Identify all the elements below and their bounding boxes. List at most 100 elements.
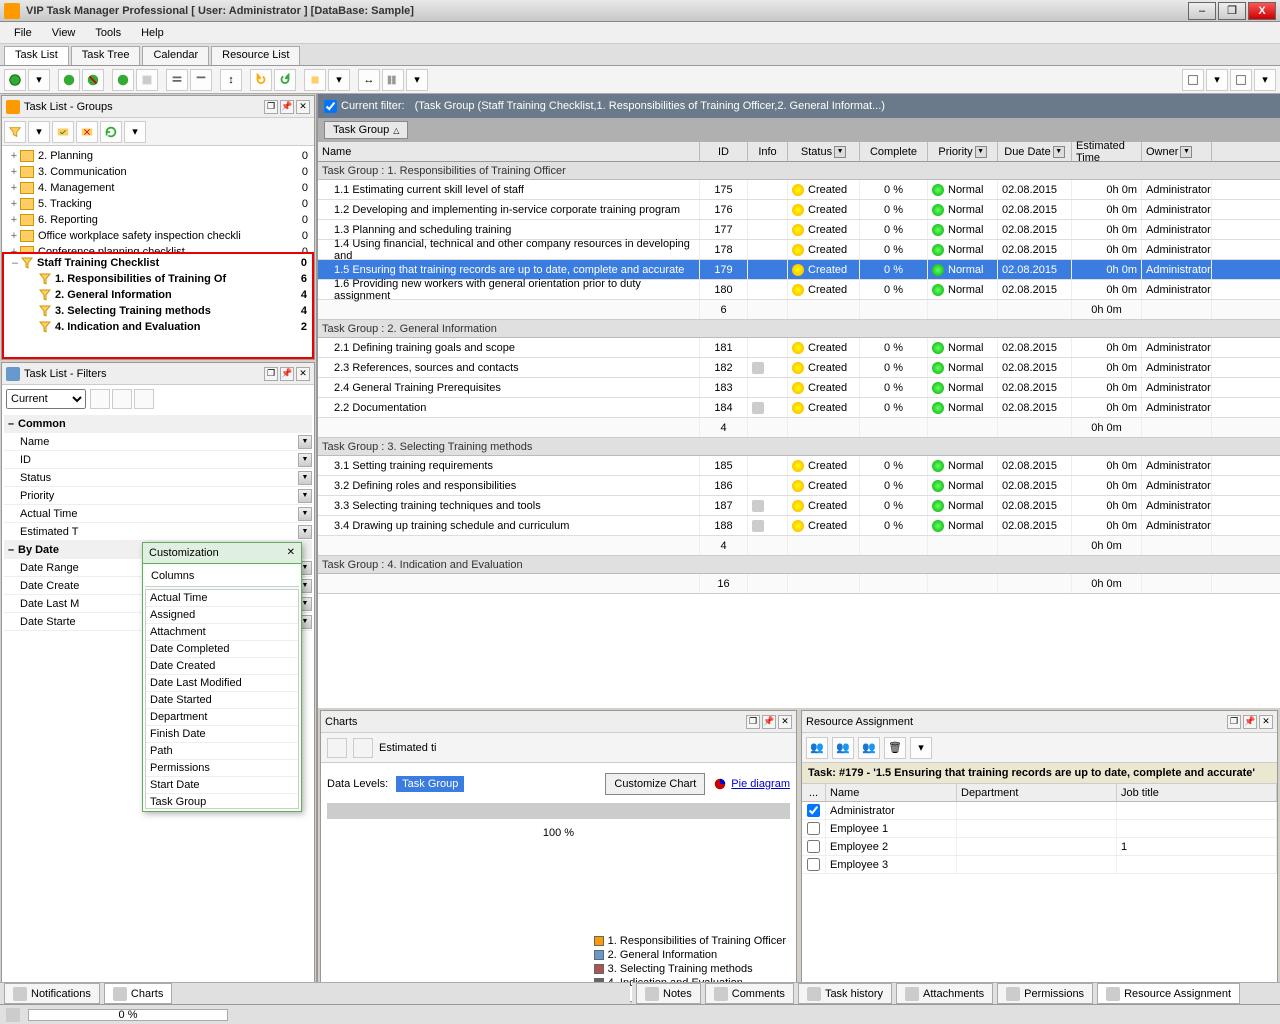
minimize-button[interactable]: –: [1188, 2, 1216, 20]
folder-delete-icon[interactable]: [76, 121, 98, 143]
task-row[interactable]: 3.4 Drawing up training schedule and cur…: [318, 516, 1280, 536]
expand-icon[interactable]: +: [8, 214, 20, 226]
column-header-name[interactable]: Name: [318, 142, 700, 161]
groups-tree-highlighted[interactable]: –Staff Training Checklist01. Responsibil…: [2, 252, 314, 360]
task-row[interactable]: 3.2 Defining roles and responsibilities1…: [318, 476, 1280, 496]
customization-item[interactable]: Path: [146, 743, 298, 760]
collapse-icon[interactable]: –: [4, 418, 18, 430]
task-row[interactable]: 1.1 Estimating current skill level of st…: [318, 180, 1280, 200]
filter-add-icon[interactable]: [112, 389, 132, 409]
group-by-bar[interactable]: Task Group△: [318, 118, 1280, 142]
task-row[interactable]: 1.4 Using financial, technical and other…: [318, 240, 1280, 260]
assign-edit-icon[interactable]: 👥: [858, 737, 880, 759]
tree-item[interactable]: +6. Reporting0: [4, 212, 312, 228]
tree-item[interactable]: –Staff Training Checklist0: [5, 255, 311, 271]
dropdown-icon[interactable]: ▼: [298, 471, 312, 485]
column-header-owner[interactable]: Owner▼: [1142, 142, 1212, 161]
customization-tab-columns[interactable]: Columns: [145, 566, 299, 587]
print-icon[interactable]: [327, 738, 347, 758]
expand-icon[interactable]: +: [8, 150, 20, 162]
tab-task-tree[interactable]: Task Tree: [71, 46, 141, 65]
tree-item[interactable]: 2. General Information4: [5, 287, 311, 303]
customization-item[interactable]: Assigned: [146, 607, 298, 624]
col-department[interactable]: Department: [957, 784, 1117, 801]
folder-filter-icon[interactable]: [4, 121, 26, 143]
tree-item[interactable]: +5. Tracking0: [4, 196, 312, 212]
assignment-checkbox[interactable]: [807, 804, 820, 817]
filter-icon[interactable]: [90, 389, 110, 409]
panel-pin-icon[interactable]: 📌: [280, 100, 294, 114]
group-header-row[interactable]: Task Group : 4. Indication and Evaluatio…: [318, 556, 1280, 574]
menu-view[interactable]: View: [44, 25, 84, 41]
customization-item[interactable]: Actual Time: [146, 590, 298, 607]
task-row[interactable]: 2.4 General Training Prerequisites183Cre…: [318, 378, 1280, 398]
col-job-title[interactable]: Job title: [1117, 784, 1277, 801]
toolbar-dropdown[interactable]: ▾: [910, 737, 932, 759]
customization-item[interactable]: Date Last Modified: [146, 675, 298, 692]
assignment-row[interactable]: Employee 1: [802, 820, 1277, 838]
panel-restore-icon[interactable]: ❐: [264, 100, 278, 114]
toolbar-redo[interactable]: [274, 69, 296, 91]
toolbar-btn[interactable]: [82, 69, 104, 91]
toolbar-btn[interactable]: [166, 69, 188, 91]
panel-close-icon[interactable]: ✕: [296, 100, 310, 114]
assignment-row[interactable]: Employee 3: [802, 856, 1277, 874]
tree-item[interactable]: 4. Indication and Evaluation2: [5, 319, 311, 335]
task-row[interactable]: 3.1 Setting training requirements185Crea…: [318, 456, 1280, 476]
filter-property[interactable]: Name▼: [4, 433, 312, 451]
dropdown-icon[interactable]: ▼: [298, 489, 312, 503]
filter-property[interactable]: Status▼: [4, 469, 312, 487]
pie-diagram-link[interactable]: Pie diagram: [713, 777, 790, 791]
customization-item[interactable]: Date Started: [146, 692, 298, 709]
filter-current-select[interactable]: Current: [6, 389, 86, 409]
dropdown-icon[interactable]: ▼: [975, 146, 987, 158]
filter-property[interactable]: Priority▼: [4, 487, 312, 505]
customize-chart-button[interactable]: Customize Chart: [605, 773, 705, 795]
toolbar-columns[interactable]: [382, 69, 404, 91]
toolbar-export[interactable]: [304, 69, 326, 91]
dropdown-icon[interactable]: ▼: [298, 525, 312, 539]
bottom-tab[interactable]: Comments: [705, 983, 794, 1004]
tree-item[interactable]: +3. Communication0: [4, 164, 312, 180]
assignment-row[interactable]: Administrator: [802, 802, 1277, 820]
expand-icon[interactable]: +: [8, 230, 20, 242]
customization-close-icon[interactable]: ✕: [287, 547, 295, 559]
groups-tree[interactable]: +2. Planning0+3. Communication0+4. Manag…: [2, 146, 314, 252]
col-checkbox[interactable]: ...: [802, 784, 826, 801]
panel-restore-icon[interactable]: ❐: [264, 367, 278, 381]
toolbar-dropdown[interactable]: ▾: [124, 121, 146, 143]
bottom-tab[interactable]: Notifications: [4, 983, 100, 1004]
expand-icon[interactable]: +: [8, 182, 20, 194]
tree-item[interactable]: 3. Selecting Training methods4: [5, 303, 311, 319]
bottom-tab[interactable]: Charts: [104, 983, 172, 1004]
toolbar-btn[interactable]: [136, 69, 158, 91]
toolbar-dropdown[interactable]: ▾: [406, 69, 428, 91]
close-button[interactable]: X: [1248, 2, 1276, 20]
tree-item[interactable]: +Office workplace safety inspection chec…: [4, 228, 312, 244]
bottom-tab[interactable]: Notes: [636, 983, 701, 1004]
customization-item[interactable]: Start Date: [146, 777, 298, 794]
dropdown-icon[interactable]: ▼: [298, 507, 312, 521]
filter-property[interactable]: Actual Time▼: [4, 505, 312, 523]
group-header-row[interactable]: Task Group : 3. Selecting Training metho…: [318, 438, 1280, 456]
column-header-esttime[interactable]: Estimated Time: [1072, 142, 1142, 161]
task-row[interactable]: 3.3 Selecting training techniques and to…: [318, 496, 1280, 516]
tree-item[interactable]: +Conference planning checklist0: [4, 244, 312, 252]
filter-property[interactable]: ID▼: [4, 451, 312, 469]
dropdown-icon[interactable]: ▼: [1180, 146, 1192, 158]
toolbar-btn[interactable]: [112, 69, 134, 91]
tree-item[interactable]: +2. Planning0: [4, 148, 312, 164]
expand-icon[interactable]: –: [9, 257, 21, 269]
toolbar-undo[interactable]: [250, 69, 272, 91]
column-header-info[interactable]: Info: [748, 142, 788, 161]
toolbar-btn[interactable]: [1182, 69, 1204, 91]
assignment-row[interactable]: Employee 21: [802, 838, 1277, 856]
customization-item[interactable]: Date Completed: [146, 641, 298, 658]
tree-item[interactable]: +4. Management0: [4, 180, 312, 196]
customization-popup[interactable]: Customization ✕ Columns Actual TimeAssig…: [142, 542, 302, 812]
customization-item[interactable]: Finish Date: [146, 726, 298, 743]
customization-item[interactable]: Attachment: [146, 624, 298, 641]
tree-item[interactable]: 1. Responsibilities of Training Of6: [5, 271, 311, 287]
customization-item[interactable]: Department: [146, 709, 298, 726]
assignment-checkbox[interactable]: [807, 840, 820, 853]
